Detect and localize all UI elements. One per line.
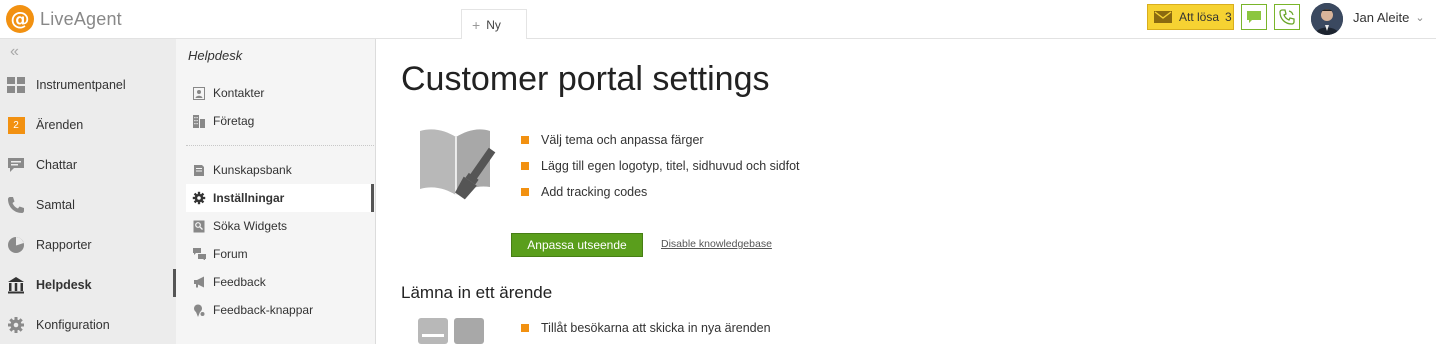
sidebar-item-chattar[interactable]: Chattar	[0, 145, 176, 185]
feature-item: Tillåt besökarna att skicka in nya ärend…	[521, 321, 771, 335]
bullet-icon	[521, 136, 529, 144]
helpdesk-icon	[7, 276, 25, 294]
widget-icon	[192, 219, 206, 233]
subnav-item-label: Företag	[213, 114, 255, 128]
feature-text: Välj tema och anpassa färger	[541, 133, 704, 147]
att-losa-label: Att lösa	[1179, 10, 1220, 24]
sidebar-item-arenden[interactable]: 2 Ärenden	[0, 105, 176, 145]
feature-item: Välj tema och anpassa färger	[521, 133, 704, 147]
sidebar-item-rapporter[interactable]: Rapporter	[0, 225, 176, 265]
sidebar-item-label: Helpdesk	[36, 278, 92, 292]
sidebar-item-label: Konfiguration	[36, 318, 110, 332]
sidebar-item-konfiguration[interactable]: Konfiguration	[0, 305, 176, 345]
plus-icon: +	[472, 16, 481, 33]
subnav-item-label: Forum	[213, 247, 248, 261]
user-avatar-icon	[1311, 3, 1343, 35]
subnav-item-label: Kontakter	[213, 86, 265, 100]
user-name: Jan Aleite	[1353, 10, 1410, 25]
subnav-item-feedback-knappar[interactable]: Feedback-knappar	[186, 296, 374, 324]
sidebar-item-label: Chattar	[36, 158, 77, 172]
book-icon	[192, 163, 206, 177]
chat-bubble-icon	[1247, 11, 1261, 23]
new-tab-label: Ny	[486, 17, 501, 32]
company-icon	[192, 114, 206, 128]
feedback-button-icon	[192, 303, 206, 317]
sidebar-item-helpdesk[interactable]: Helpdesk	[0, 265, 176, 305]
page-title: Customer portal settings	[401, 60, 770, 98]
section-title: Lämna in ett ärende	[401, 283, 553, 302]
subnav-title: Helpdesk	[188, 48, 243, 63]
forum-icon	[192, 247, 206, 261]
top-bar: @ LiveAgent + Ny Att lösa 3 Jan Aleite ⌄	[0, 0, 1436, 39]
logo[interactable]: @ LiveAgent	[6, 5, 122, 33]
att-losa-count: 3	[1225, 10, 1232, 24]
chevron-down-icon: ⌄	[1415, 12, 1425, 24]
feature-item: Add tracking codes	[521, 185, 647, 199]
att-losa-button[interactable]: Att lösa 3	[1147, 4, 1234, 30]
call-status-button[interactable]	[1274, 4, 1300, 30]
bullet-icon	[521, 188, 529, 196]
subnav-item-label: Söka Widgets	[213, 219, 288, 233]
sidebar-item-samtal[interactable]: Samtal	[0, 185, 176, 225]
logo-mark-icon: @	[6, 5, 34, 33]
subnav-item-label: Inställningar	[213, 191, 285, 205]
bullet-icon	[521, 324, 529, 332]
reports-icon	[7, 236, 25, 254]
sidebar-item-label: Rapporter	[36, 238, 92, 252]
chat-status-button[interactable]	[1241, 4, 1267, 30]
avatar[interactable]	[1311, 3, 1343, 35]
gear-icon	[7, 316, 25, 334]
new-tab-button[interactable]: + Ny	[461, 9, 527, 39]
logo-text: LiveAgent	[40, 8, 122, 29]
sidebar-item-label: Instrumentpanel	[36, 78, 126, 92]
sidebar-item-instrumentpanel[interactable]: Instrumentpanel	[0, 65, 176, 105]
subnav-item-label: Feedback-knappar	[213, 303, 314, 317]
subnav-item-kontakter[interactable]: Kontakter	[186, 79, 374, 107]
subnav-item-installningar[interactable]: Inställningar	[186, 184, 374, 212]
helpdesk-subnav: Helpdesk Kontakter Företag Kunskapsbank …	[176, 39, 376, 344]
dashboard-icon	[7, 76, 25, 94]
ticket-count-badge: 2	[7, 116, 25, 134]
user-menu[interactable]: Jan Aleite ⌄	[1353, 10, 1425, 25]
subnav-item-kunskapsbank[interactable]: Kunskapsbank	[186, 156, 374, 184]
feature-item: Lägg till egen logotyp, titel, sidhuvud …	[521, 159, 800, 173]
feature-text: Tillåt besökarna att skicka in nya ärend…	[541, 321, 771, 335]
sidebar-item-label: Ärenden	[36, 118, 84, 132]
mail-icon	[1154, 11, 1172, 23]
main-sidebar: « Instrumentpanel 2 Ärenden Chattar Samt…	[0, 39, 176, 344]
subnav-item-foretag[interactable]: Företag	[186, 107, 374, 135]
gear-icon	[192, 191, 206, 205]
subnav-item-forum[interactable]: Forum	[186, 240, 374, 268]
phone-icon	[1279, 9, 1295, 25]
bullet-icon	[521, 162, 529, 170]
subnav-item-soka-widgets[interactable]: Söka Widgets	[186, 212, 374, 240]
submit-ticket-icon	[418, 318, 484, 344]
subnav-item-label: Feedback	[213, 275, 266, 289]
contacts-icon	[192, 86, 206, 100]
customize-appearance-button[interactable]: Anpassa utseende	[511, 233, 643, 257]
disable-knowledgebase-link[interactable]: Disable knowledgebase	[661, 238, 772, 250]
megaphone-icon	[192, 275, 206, 289]
collapse-sidebar-icon[interactable]: «	[10, 43, 19, 61]
feature-text: Lägg till egen logotyp, titel, sidhuvud …	[541, 159, 800, 173]
tickets-badge: 2	[7, 116, 25, 134]
feature-text: Add tracking codes	[541, 185, 648, 199]
sidebar-item-label: Samtal	[36, 198, 75, 212]
subnav-item-feedback[interactable]: Feedback	[186, 268, 374, 296]
customize-theme-icon	[420, 129, 496, 200]
phone-icon	[7, 196, 25, 214]
main-content: Customer portal settings Välj tema och a…	[376, 39, 1436, 344]
chat-icon	[7, 156, 25, 174]
subnav-item-label: Kunskapsbank	[213, 163, 292, 177]
subnav-divider	[186, 145, 374, 146]
